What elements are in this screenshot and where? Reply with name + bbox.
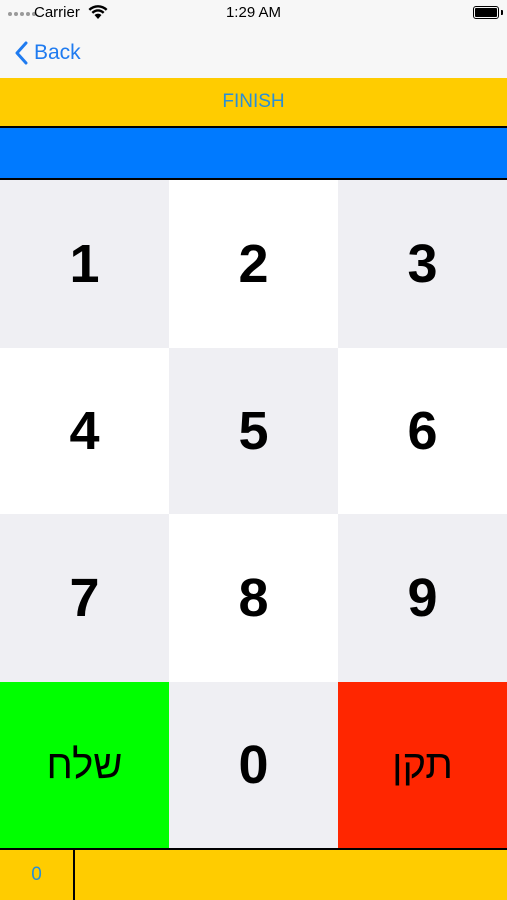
key-7[interactable]: 7 [0, 514, 169, 682]
finish-button[interactable]: FINISH [0, 78, 507, 128]
clock: 1:29 AM [225, 4, 282, 21]
key-4[interactable]: 4 [0, 348, 169, 514]
back-button[interactable]: Back [14, 37, 81, 69]
key-1[interactable]: 1 [0, 180, 169, 348]
key-6[interactable]: 6 [338, 348, 507, 514]
key-0[interactable]: 0 [169, 682, 338, 848]
status-bar: Carrier 1:29 AM [0, 0, 507, 28]
key-2[interactable]: 2 [169, 180, 338, 348]
keypad-grid: 1 2 3 4 5 6 7 8 9 שלח 0 תקן [0, 180, 507, 848]
battery-level [475, 8, 497, 17]
key-3[interactable]: 3 [338, 180, 507, 348]
fix-button[interactable]: תקן [338, 682, 507, 848]
back-label: Back [34, 41, 81, 64]
keypad-screen: Carrier 1:29 AM Back FINISH 1 2 3 4 5 6 … [0, 0, 507, 900]
key-9[interactable]: 9 [338, 514, 507, 682]
key-8[interactable]: 8 [169, 514, 338, 682]
key-5[interactable]: 5 [169, 348, 338, 514]
battery-icon [473, 6, 499, 19]
bottom-bar: 0 [0, 848, 507, 900]
navigation-bar: Back [0, 28, 507, 78]
battery-cap [501, 10, 503, 15]
send-button[interactable]: שלח [0, 682, 169, 848]
input-display [0, 128, 507, 180]
chevron-left-icon [15, 41, 28, 65]
entry-count: 0 [0, 850, 75, 900]
